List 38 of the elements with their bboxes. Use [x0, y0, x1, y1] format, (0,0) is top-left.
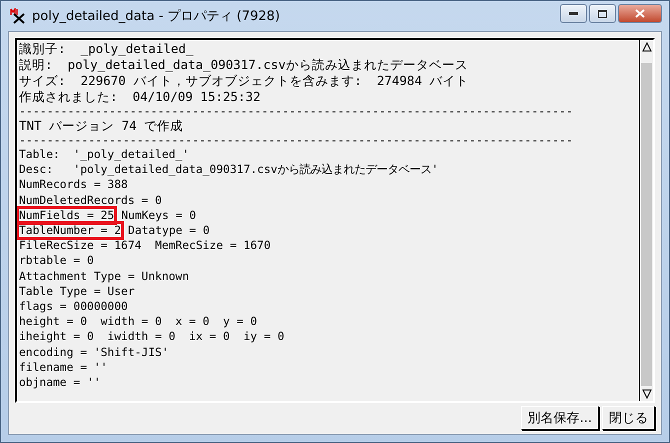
text-line: height = 0 width = 0 x = 0 y = 0 — [19, 315, 258, 328]
text-line: TableNumber = 2 — [19, 224, 122, 238]
text-line: サイズ: 229670 バイト，サブオブジェクトを含みます: 274984 バイト — [19, 73, 469, 88]
text-line: Datatype = 0 — [128, 224, 210, 238]
text-line: NumDeletedRecords = 0 — [19, 194, 162, 207]
maximize-icon — [598, 10, 607, 18]
minimize-icon — [569, 12, 578, 16]
text-line: -------------------------------------------------------------------------------- — [19, 133, 573, 147]
dialog-button[interactable]: 別名保存... — [520, 406, 599, 430]
text-line: TNT バージョン 74 で作成 — [19, 118, 184, 133]
close-button[interactable] — [618, 4, 662, 23]
text-line: 説明: poly_detailed_data_090317.csvから読み込まれたデータベース — [19, 57, 468, 72]
text-line: NumRecords = 388 — [19, 178, 128, 192]
scroll-down-icon — [642, 389, 652, 399]
text-line: objname = '' — [19, 376, 101, 390]
scrollbar[interactable] — [639, 40, 653, 401]
text-line: 作成されました: 04/10/09 15:25:32 — [19, 89, 261, 104]
text-line: FileRecSize = 1674 MemRecSize = 1670 — [19, 239, 271, 252]
text-line: rbtable = 0 — [19, 254, 94, 268]
text-line: filename = '' — [19, 360, 108, 374]
close-icon — [635, 9, 645, 18]
text-line: NumFields = 25 — [19, 208, 114, 222]
maximize-button[interactable] — [589, 4, 616, 23]
scroll-up-icon — [642, 42, 652, 52]
text-line: iheight = 0 iwidth = 0 ix = 0 iy = 0 — [19, 330, 284, 344]
text-line: Table: '_poly_detailed_' — [19, 148, 190, 161]
text-line: -------------------------------------------------------------------------------- — [19, 104, 573, 118]
minimize-button[interactable] — [560, 4, 587, 23]
dialog-button[interactable]: 閉じる — [602, 406, 655, 430]
text-line: 識別子: _poly_detailed_ — [19, 41, 194, 56]
text-line: encoding = 'Shift-JIS' — [19, 346, 169, 359]
app-icon — [10, 8, 26, 24]
text-line: Table Type = User — [19, 284, 135, 298]
window-title: poly_detailed_data - プロパティ (7928) — [32, 8, 281, 25]
text-line: Desc: 'poly_detailed_data_090317.csvから読み込まれたデータベース' — [19, 163, 438, 176]
text-line: flags = 00000000 — [19, 300, 128, 314]
text-line: NumKeys = 0 — [121, 208, 196, 222]
text-line: Attachment Type = Unknown — [19, 270, 190, 283]
